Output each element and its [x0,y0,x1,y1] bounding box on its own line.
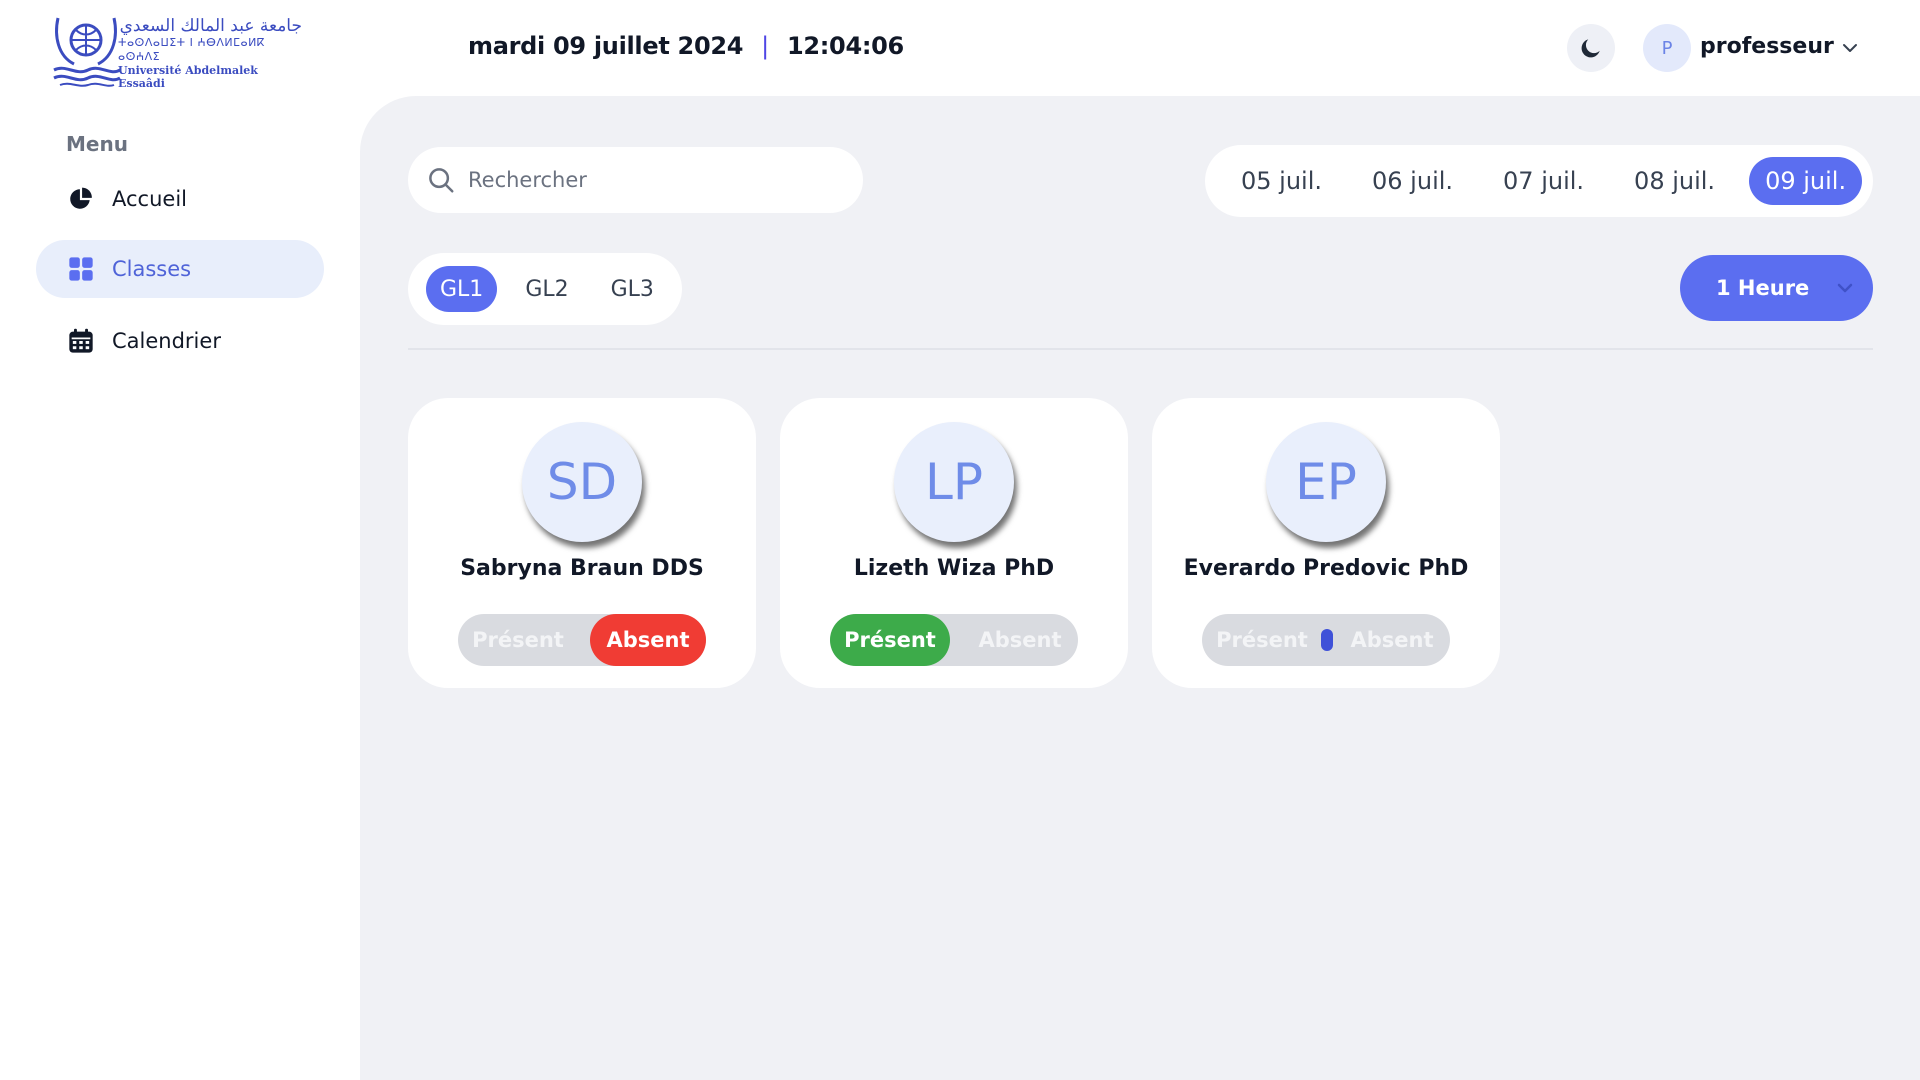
logo-tifinagh-text: ⵜⴰⵙⴷⴰⵡⵉⵜ ⵏ ⵄⴱⴷⵍⵎⴰⵍⴽ ⴰⵙⵄⴷⵉ [118,36,265,63]
date-pill-selected[interactable]: 09 juil. [1749,157,1863,205]
sidebar-item-label: Calendrier [112,329,221,353]
class-selector: GL1 GL2 GL3 [408,253,682,325]
student-name: Lizeth Wiza PhD [853,556,1055,581]
duration-label: 1 Heure [1716,276,1810,300]
student-card: LP Lizeth Wiza PhD Présent Absent [780,398,1128,688]
student-name: Everardo Predovic PhD [1183,556,1469,581]
datetime-separator: | [761,32,769,60]
toggle-knob[interactable] [1321,629,1333,651]
chevron-down-icon [1837,283,1853,293]
top-header: جامعة عبد المالك السعدي ⵜⴰⵙⴷⴰⵡⵉⵜ ⵏ ⵄⴱⴷⵍⵎ… [0,0,1920,96]
grid-icon [66,254,96,284]
user-name[interactable]: professeur [1700,34,1834,59]
sidebar-item-calendrier[interactable]: Calendrier [36,312,324,370]
divider [408,348,1873,350]
absent-option[interactable]: Absent [1334,614,1450,666]
date-pill[interactable]: 05 juil. [1225,157,1338,205]
chevron-down-icon[interactable] [1838,36,1862,60]
student-avatar: SD [522,422,642,542]
university-logo[interactable]: جامعة عبد المالك السعدي ⵜⴰⵙⴷⴰⵡⵉⵜ ⵏ ⵄⴱⴷⵍⵎ… [52,12,304,90]
date-pill[interactable]: 06 juil. [1356,157,1469,205]
logo-arabic-text: جامعة عبد المالك السعدي [119,16,302,36]
current-time: 12:04:06 [786,32,904,60]
absent-option[interactable]: Absent [962,614,1078,666]
pie-chart-icon [66,184,96,214]
present-option[interactable]: Présent [830,614,950,666]
sidebar-item-label: Accueil [112,187,187,211]
present-option[interactable]: Présent [1202,614,1322,666]
logo-french-text: Université Abdelmalek Essaâdi [118,64,258,90]
search-input[interactable] [468,168,828,192]
current-datetime: mardi 09 juillet 2024 | 12:04:06 [468,32,904,60]
attendance-toggle[interactable]: Présent Absent [830,614,1078,666]
date-selector: 05 juil. 06 juil. 07 juil. 08 juil. 09 j… [1205,145,1873,217]
attendance-toggle[interactable]: Présent Absent [458,614,706,666]
search-box[interactable] [408,147,863,213]
student-name: Sabryna Braun DDS [460,556,704,581]
university-emblem-icon [53,17,121,87]
logo-text: جامعة عبد المالك السعدي ⵜⴰⵙⴷⴰⵡⵉⵜ ⵏ ⵄⴱⴷⵍⵎ… [118,16,308,90]
student-card: EP Everardo Predovic PhD Présent Absent [1152,398,1500,688]
student-avatar: EP [1266,422,1386,542]
dark-mode-toggle-button[interactable] [1567,24,1615,72]
present-option[interactable]: Présent [458,614,578,666]
user-avatar[interactable]: P [1643,24,1691,72]
calendar-icon [66,326,96,356]
sidebar: Menu Accueil Classes Calendrier [0,96,360,1080]
sidebar-item-label: Classes [112,257,192,281]
search-icon [429,168,454,193]
student-card: SD Sabryna Braun DDS Présent Absent [408,398,756,688]
main-content: 05 juil. 06 juil. 07 juil. 08 juil. 09 j… [360,96,1920,1080]
date-pill[interactable]: 07 juil. [1487,157,1600,205]
sidebar-item-accueil[interactable]: Accueil [36,170,324,228]
class-pill-gl2[interactable]: GL2 [511,266,582,312]
menu-title: Menu [66,132,128,156]
student-avatar: LP [894,422,1014,542]
absent-option[interactable]: Absent [590,614,706,666]
date-pill[interactable]: 08 juil. [1618,157,1731,205]
class-pill-gl1[interactable]: GL1 [426,266,498,312]
current-date: mardi 09 juillet 2024 [468,32,744,60]
moon-icon [1581,39,1600,58]
attendance-toggle[interactable]: Présent Absent [1202,614,1450,666]
duration-dropdown[interactable]: 1 Heure [1680,255,1873,321]
class-pill-gl3[interactable]: GL3 [597,266,668,312]
sidebar-item-classes[interactable]: Classes [36,240,324,298]
